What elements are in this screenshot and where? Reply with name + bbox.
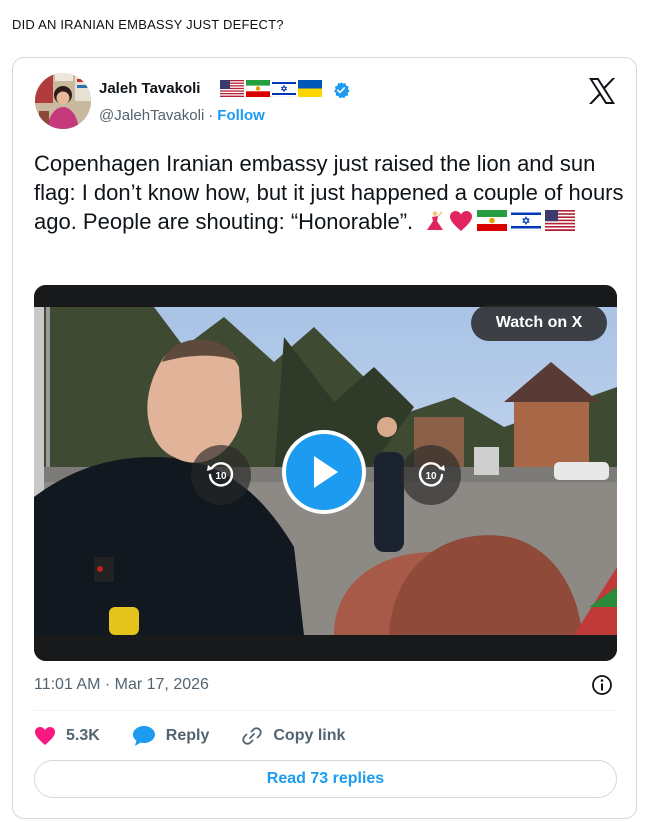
forward-10-button[interactable]: 10 (401, 445, 461, 505)
heart-icon (35, 727, 55, 745)
video-player[interactable]: Watch on X 10 10 (34, 285, 617, 661)
author-name[interactable]: Jaleh Tavakoli (99, 80, 200, 97)
follow-link[interactable]: Follow (217, 107, 265, 124)
link-icon (242, 727, 263, 745)
us-flag-icon (220, 80, 244, 97)
tweet-timestamp[interactable]: 11:01 AM · Mar 17, 2026 (34, 676, 209, 694)
article-headline: DID AN IRANIAN EMBASSY JUST DEFECT? (12, 17, 284, 32)
tweet-text-block: Copenhagen Iranian embassy just raised t… (34, 149, 624, 236)
x-logo-icon[interactable] (587, 77, 617, 105)
copy-link-button[interactable]: Copy link (241, 725, 345, 747)
name-flags (220, 80, 322, 97)
forward-label: 10 (425, 471, 437, 482)
israel-flag-icon (272, 80, 296, 97)
video-top-bar (34, 285, 617, 307)
rewind-label: 10 (215, 471, 227, 482)
ukraine-flag-icon (298, 80, 322, 97)
like-button[interactable]: 5.3K (34, 726, 100, 746)
reply-button[interactable]: Reply (132, 725, 210, 747)
verified-badge-icon (334, 81, 350, 99)
info-icon[interactable] (591, 674, 613, 696)
reply-label: Reply (165, 727, 210, 744)
author-handle[interactable]: @JalehTavakoli (99, 107, 204, 124)
reply-bubble-icon (132, 726, 155, 746)
israel-flag-icon (511, 210, 542, 231)
divider (34, 710, 617, 711)
tweet-emojis (423, 210, 576, 232)
play-button[interactable] (282, 430, 366, 514)
like-count: 5.3K (66, 727, 100, 744)
dancer-icon (427, 211, 444, 230)
iran-lion-sun-flag-icon (477, 210, 508, 231)
tweet-actions: 5.3K Reply Copy link (34, 725, 345, 747)
watch-on-x-button[interactable]: Watch on X (471, 305, 607, 341)
embedded-tweet-card[interactable]: Jaleh Tavakoli @JalehTavakoli · Follow C… (12, 57, 637, 819)
copy-link-label: Copy link (273, 727, 346, 744)
forward-10-icon: 10 (418, 462, 445, 487)
iran-lion-sun-flag-icon (246, 80, 270, 97)
rewind-10-icon: 10 (207, 462, 234, 487)
avatar[interactable] (35, 73, 91, 129)
rewind-10-button[interactable]: 10 (191, 445, 251, 505)
play-icon (314, 456, 338, 488)
separator-dot: · (208, 107, 214, 124)
video-bottom-bar (34, 635, 617, 661)
handle-row: @JalehTavakoli · Follow (99, 107, 265, 124)
red-heart-icon (450, 211, 473, 231)
us-flag-icon (545, 210, 576, 231)
read-replies-button[interactable]: Read 73 replies (34, 760, 617, 798)
